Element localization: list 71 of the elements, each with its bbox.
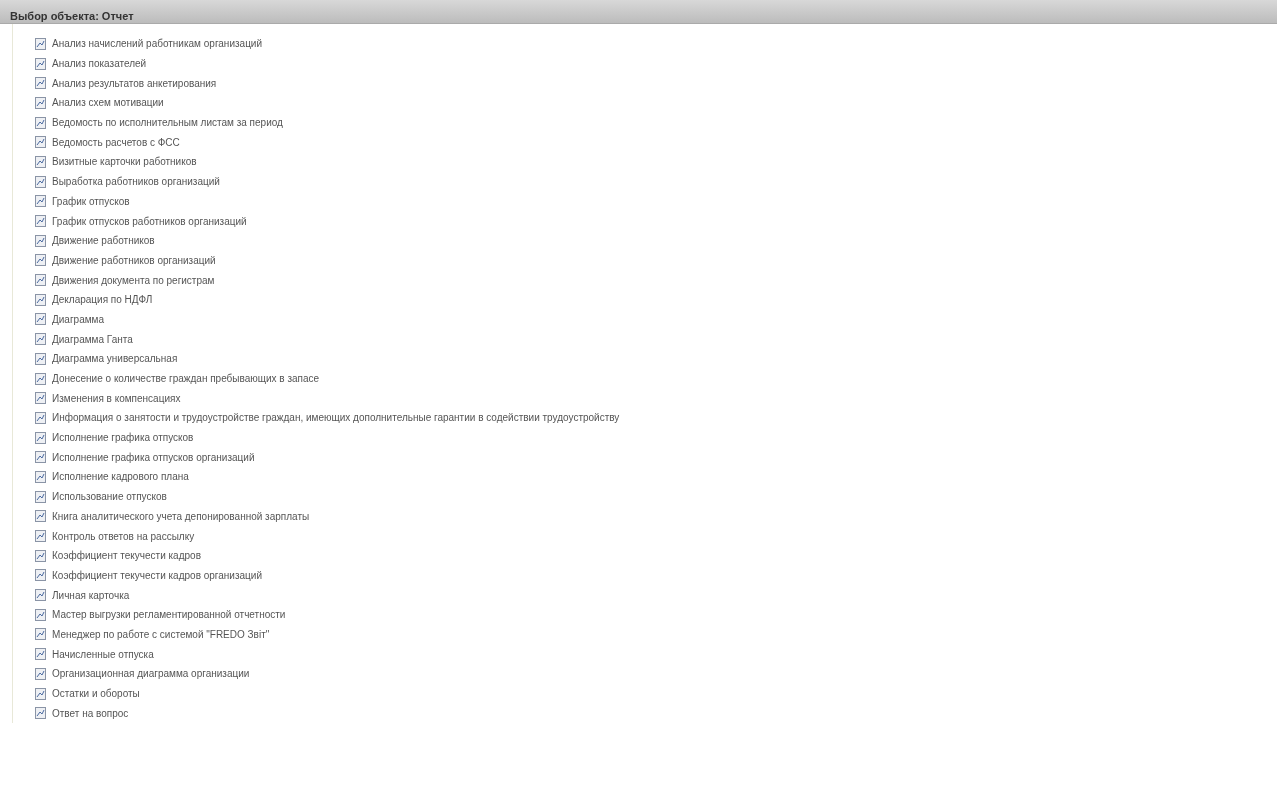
report-item[interactable]: Информация о занятости и трудоустройстве граждан, имеющих дополнительные гарантии в содействии трудоустройству	[52, 410, 620, 426]
report-item[interactable]: Движение работников организаций	[52, 252, 216, 268]
report-icon	[35, 589, 46, 602]
report-icon	[35, 57, 46, 70]
report-item[interactable]: Движения документа по регистрам	[52, 272, 215, 288]
report-item[interactable]: Движение работников	[52, 233, 155, 249]
report-item[interactable]: Остатки и обороты	[52, 686, 140, 702]
report-item[interactable]: Анализ начислений работникам организаций	[52, 36, 263, 52]
report-icon	[35, 333, 46, 346]
report-item[interactable]: Организационная диаграмма организации	[52, 666, 250, 682]
report-item[interactable]: Коэффициент текучести кадров	[52, 548, 201, 564]
report-item[interactable]: Исполнение графика отпусков	[52, 430, 194, 446]
report-icon	[35, 372, 46, 385]
report-item[interactable]: Ведомость по исполнительным листам за период	[52, 115, 283, 131]
report-icon	[35, 234, 46, 247]
report-icon	[35, 628, 46, 641]
report-icon	[35, 530, 46, 543]
report-item[interactable]: Исполнение графика отпусков организаций	[52, 449, 255, 465]
report-icon	[35, 431, 46, 444]
report-icon	[35, 470, 46, 483]
report-icon	[35, 37, 46, 50]
report-item[interactable]: Анализ схем мотивации	[52, 95, 164, 111]
report-icon	[35, 195, 46, 208]
report-icon	[35, 215, 46, 228]
report-item[interactable]: Ведомость расчетов с ФСС	[52, 134, 180, 150]
report-item[interactable]: Анализ показателей	[52, 56, 147, 72]
report-icon	[35, 77, 46, 90]
report-item[interactable]: Диаграмма Ганта	[52, 331, 133, 347]
report-icon	[35, 175, 46, 188]
window-title: Выбор объекта: Отчет	[10, 10, 134, 22]
report-item[interactable]: Выработка работников организаций	[52, 174, 220, 190]
report-item[interactable]: Визитные карточки работников	[52, 154, 197, 170]
report-icon	[35, 155, 46, 168]
report-item[interactable]: Контроль ответов на рассылку	[52, 528, 195, 544]
report-item[interactable]: Ответ на вопрос	[52, 705, 129, 721]
report-icon	[35, 293, 46, 306]
report-item[interactable]: График отпусков	[52, 193, 130, 209]
report-icon	[35, 96, 46, 109]
report-item[interactable]: Менеджер по работе с системой "FREDO Звіт"	[52, 626, 270, 642]
report-item[interactable]: Личная карточка	[52, 587, 130, 603]
report-icon	[35, 352, 46, 365]
report-icon	[35, 687, 46, 700]
report-icon	[35, 549, 46, 562]
report-icon	[35, 608, 46, 621]
report-icon	[35, 411, 46, 424]
report-item[interactable]: График отпусков работников организаций	[52, 213, 247, 229]
report-item[interactable]: Донесение о количестве граждан пребывающих в запасе	[52, 371, 320, 387]
report-icon	[35, 510, 46, 523]
report-item[interactable]: Коэффициент текучести кадров организаций	[52, 567, 262, 583]
report-icon	[35, 392, 46, 405]
report-icon	[35, 569, 46, 582]
report-item[interactable]: Диаграмма универсальная	[52, 351, 178, 367]
report-item[interactable]: Мастер выгрузки регламентированной отчетности	[52, 607, 286, 623]
report-item[interactable]: Начисленные отпуска	[52, 646, 154, 662]
report-icon	[35, 667, 46, 680]
report-item[interactable]: Декларация по НДФЛ	[52, 292, 153, 308]
report-icon	[35, 116, 46, 129]
report-icon	[35, 254, 46, 267]
report-item[interactable]: Использование отпусков	[52, 489, 167, 505]
report-icon	[35, 490, 46, 503]
report-icon	[35, 451, 46, 464]
report-icon	[35, 313, 46, 326]
report-item[interactable]: Диаграмма	[52, 311, 104, 327]
report-icon	[35, 274, 46, 287]
report-icon	[35, 136, 46, 149]
report-item[interactable]: Книга аналитического учета депонированной зарплаты	[52, 508, 310, 524]
report-icon	[35, 648, 46, 661]
report-icon	[35, 707, 46, 720]
report-item[interactable]: Исполнение кадрового плана	[52, 469, 189, 485]
report-item[interactable]: Анализ результатов анкетирования	[52, 75, 217, 91]
report-item[interactable]: Изменения в компенсациях	[52, 390, 181, 406]
